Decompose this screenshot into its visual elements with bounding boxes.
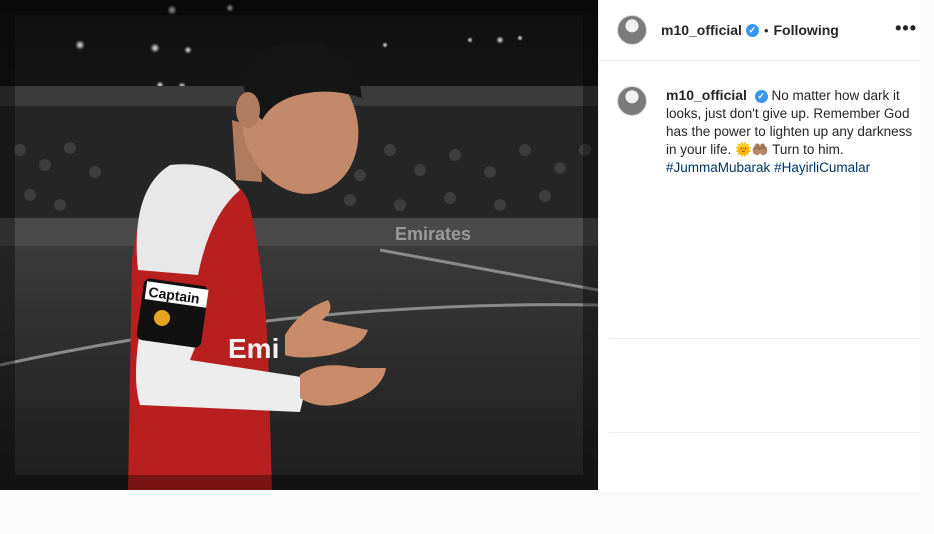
- following-button[interactable]: Following: [774, 22, 839, 38]
- post-image[interactable]: Emirates Captain Emi: [0, 0, 598, 490]
- more-options-icon[interactable]: •••: [895, 18, 917, 39]
- caption: m10_official ✓ No matter how dark it loo…: [617, 86, 917, 177]
- scrollbar-gutter: [920, 0, 934, 492]
- avatar[interactable]: [617, 15, 647, 45]
- hashtag-link[interactable]: #JummaMubarak: [666, 160, 770, 175]
- separator-dot: •: [763, 22, 769, 38]
- caption-body: m10_official ✓ No matter how dark it loo…: [666, 86, 916, 177]
- hashtag-link[interactable]: #HayirliCumalar: [774, 160, 870, 175]
- verified-badge-icon: ✓: [745, 23, 759, 37]
- header-username[interactable]: m10_official: [661, 22, 742, 38]
- post-side-panel: m10_official ✓ • Following ••• m10_offic…: [598, 0, 934, 492]
- caption-verified-badge-icon: ✓: [754, 89, 768, 103]
- shirt-sponsor-text: Emi: [228, 333, 279, 364]
- stadium-board-text: Emirates: [395, 224, 471, 244]
- caption-username[interactable]: m10_official: [666, 87, 747, 103]
- post-photo: Emirates Captain Emi: [0, 0, 598, 490]
- divider: [609, 432, 934, 433]
- divider: [609, 338, 934, 339]
- caption-avatar[interactable]: [617, 86, 647, 116]
- post-header: m10_official ✓ • Following •••: [599, 0, 919, 61]
